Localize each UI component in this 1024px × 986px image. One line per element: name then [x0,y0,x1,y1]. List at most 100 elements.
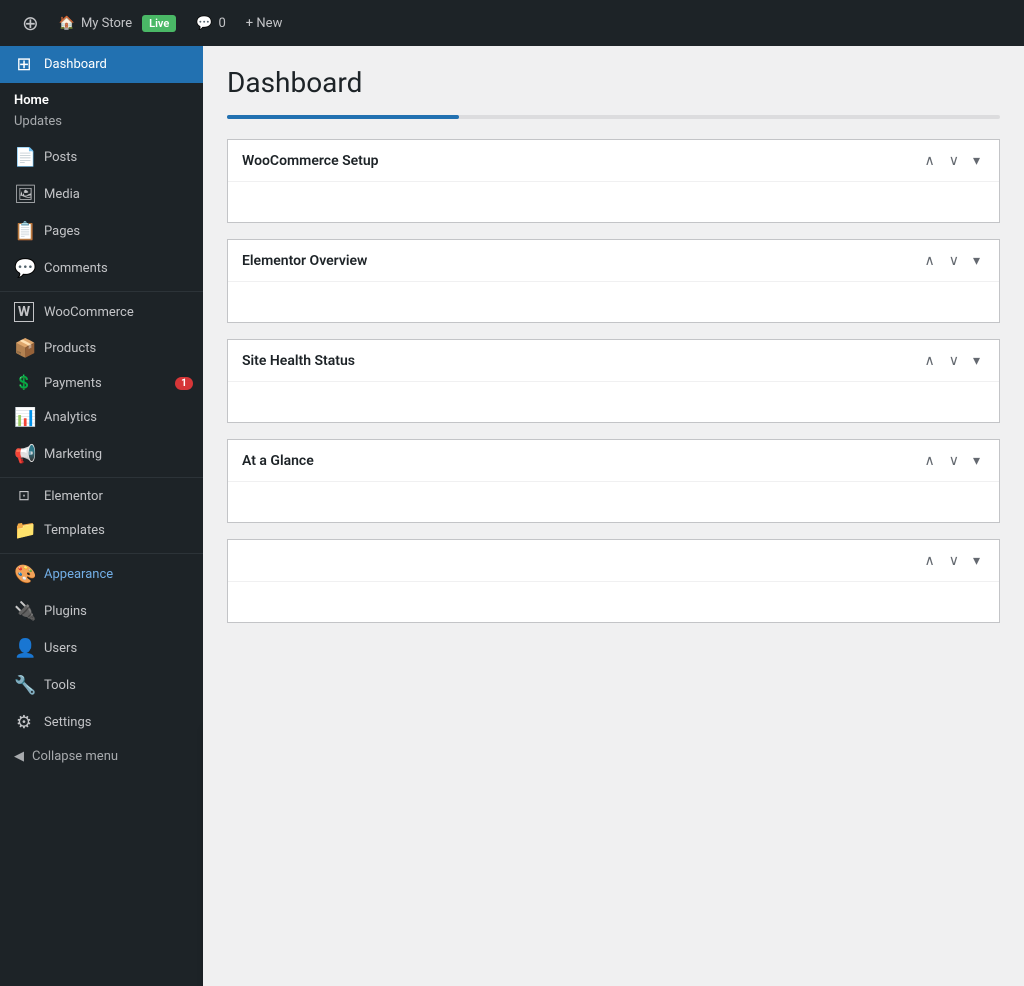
widget-body-glance [228,482,999,522]
widget-title-elementor: Elementor Overview [242,253,919,269]
collapse-menu-button[interactable]: ◀ Collapse menu [0,741,203,772]
widget-woocommerce-setup: WooCommerce Setup ∧ ∨ ▾ [227,139,1000,223]
payments-badge: 1 [175,377,193,390]
updates-label[interactable]: Updates [0,112,203,139]
widget-header-health: Site Health Status ∧ ∨ ▾ [228,340,999,382]
collapse-icon: ◀ [14,749,24,764]
sidebar-item-analytics[interactable]: 📊 Analytics [0,399,203,436]
sidebar-item-label-appearance: Appearance [44,567,193,582]
widget-controls-health: ∧ ∨ ▾ [919,350,985,371]
plugins-icon: 🔌 [14,601,34,622]
widget-controls-elementor: ∧ ∨ ▾ [919,250,985,271]
sidebar-item-products[interactable]: 📦 Products [0,330,203,367]
widget-body-woocommerce [228,182,999,222]
sidebar-item-users[interactable]: 👤 Users [0,630,203,667]
site-name-button[interactable]: 🏠 My Store Live [49,0,187,46]
widget-collapse-up-activity[interactable]: ∧ [919,550,939,571]
widget-config-woocommerce[interactable]: ▾ [968,150,985,171]
sidebar-item-dashboard[interactable]: ⊞ Dashboard [0,46,203,83]
comments-nav-icon: 💬 [14,258,34,279]
widget-collapse-down-elementor[interactable]: ∨ [944,250,964,271]
widget-header-activity: ∧ ∨ ▾ [228,540,999,582]
home-label[interactable]: Home [14,93,189,108]
appearance-icon: 🎨 [14,564,34,585]
sidebar-item-pages[interactable]: 📋 Pages [0,213,203,250]
sidebar-item-label-users: Users [44,641,193,656]
widget-header-elementor: Elementor Overview ∧ ∨ ▾ [228,240,999,282]
sidebar-item-woocommerce[interactable]: W WooCommerce [0,291,203,330]
sidebar-item-media[interactable]: 🖼 Media [0,176,203,213]
progress-bar-container [227,115,1000,119]
sidebar-item-label-comments: Comments [44,261,193,276]
widget-collapse-down-woocommerce[interactable]: ∨ [944,150,964,171]
widget-config-elementor[interactable]: ▾ [968,250,985,271]
widget-collapse-down-health[interactable]: ∨ [944,350,964,371]
admin-bar: ⊕ 🏠 My Store Live 💬 0 + New [0,0,1024,46]
woocommerce-icon: W [14,302,34,322]
widget-title-woocommerce: WooCommerce Setup [242,153,919,169]
widget-config-health[interactable]: ▾ [968,350,985,371]
collapse-label: Collapse menu [32,749,118,764]
widget-collapse-up-woocommerce[interactable]: ∧ [919,150,939,171]
widget-collapse-down-activity[interactable]: ∨ [944,550,964,571]
widget-header-glance: At a Glance ∧ ∨ ▾ [228,440,999,482]
elementor-icon: ⊡ [14,488,34,504]
sidebar-item-comments[interactable]: 💬 Comments [0,250,203,287]
widget-controls-glance: ∧ ∨ ▾ [919,450,985,471]
widget-controls-activity: ∧ ∨ ▾ [919,550,985,571]
widget-config-activity[interactable]: ▾ [968,550,985,571]
widget-collapse-up-health[interactable]: ∧ [919,350,939,371]
comments-button[interactable]: 💬 0 [186,0,236,46]
widget-header-woocommerce: WooCommerce Setup ∧ ∨ ▾ [228,140,999,182]
new-label: + New [246,16,283,31]
sidebar-item-payments[interactable]: 💲 Payments 1 [0,367,203,399]
wp-logo-button[interactable]: ⊕ [12,0,49,46]
sidebar-item-tools[interactable]: 🔧 Tools [0,667,203,704]
sidebar-item-elementor[interactable]: ⊡ Elementor [0,477,203,512]
marketing-icon: 📢 [14,444,34,465]
widget-collapse-up-glance[interactable]: ∧ [919,450,939,471]
sidebar: ⊞ Dashboard Home Updates 📄 Posts 🖼 Media… [0,46,203,986]
sidebar-item-settings[interactable]: ⚙ Settings [0,704,203,741]
analytics-icon: 📊 [14,407,34,428]
sidebar-item-templates[interactable]: 📁 Templates [0,512,203,549]
live-badge: Live [142,15,176,32]
comments-icon: 💬 [196,16,212,31]
new-content-button[interactable]: + New [236,0,293,46]
main-layout: ⊞ Dashboard Home Updates 📄 Posts 🖼 Media… [0,46,1024,986]
sidebar-item-label-media: Media [44,187,193,202]
sidebar-item-label-dashboard: Dashboard [44,57,193,72]
dashboard-icon: ⊞ [14,54,34,75]
widget-site-health: Site Health Status ∧ ∨ ▾ [227,339,1000,423]
widget-elementor-overview: Elementor Overview ∧ ∨ ▾ [227,239,1000,323]
sidebar-item-label-products: Products [44,341,193,356]
sidebar-item-label-plugins: Plugins [44,604,193,619]
templates-icon: 📁 [14,520,34,541]
users-icon: 👤 [14,638,34,659]
sidebar-item-marketing[interactable]: 📢 Marketing [0,436,203,473]
progress-bar-fill [227,115,459,119]
sidebar-item-label-settings: Settings [44,715,193,730]
media-icon: 🖼 [14,184,34,205]
widget-collapse-down-glance[interactable]: ∨ [944,450,964,471]
posts-icon: 📄 [14,147,34,168]
widget-title-health: Site Health Status [242,353,919,369]
widget-collapse-up-elementor[interactable]: ∧ [919,250,939,271]
sidebar-item-appearance[interactable]: 🎨 Appearance [0,553,203,593]
sidebar-item-label-posts: Posts [44,150,193,165]
widget-config-glance[interactable]: ▾ [968,450,985,471]
widget-body-health [228,382,999,422]
settings-icon: ⚙ [14,712,34,733]
tools-icon: 🔧 [14,675,34,696]
sidebar-item-posts[interactable]: 📄 Posts [0,139,203,176]
products-icon: 📦 [14,338,34,359]
comments-count: 0 [218,16,225,31]
sidebar-item-label-elementor: Elementor [44,489,193,504]
sidebar-item-label-analytics: Analytics [44,410,193,425]
home-section: Home [0,83,203,112]
sidebar-item-plugins[interactable]: 🔌 Plugins [0,593,203,630]
sidebar-nav: ⊞ Dashboard Home Updates 📄 Posts 🖼 Media… [0,46,203,772]
widget-at-a-glance: At a Glance ∧ ∨ ▾ [227,439,1000,523]
home-icon: 🏠 [59,16,75,31]
site-name-label: My Store [81,16,132,31]
